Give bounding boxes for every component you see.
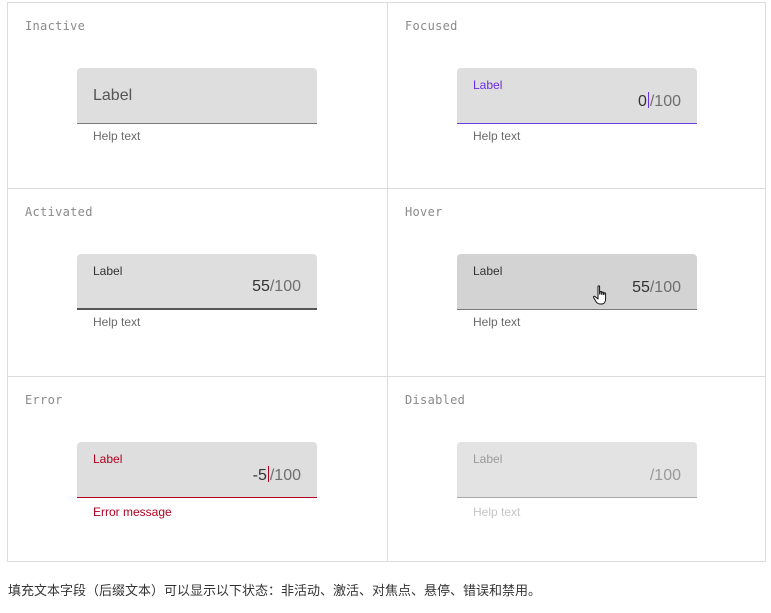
error-message: Error message — [93, 505, 172, 519]
field-suffix: /100 — [649, 93, 681, 110]
field-suffix: /100 — [649, 279, 681, 296]
state-title: Focused — [405, 19, 458, 33]
field-label: Label — [473, 264, 503, 278]
state-hover: Hover Label 55/100 Help text — [388, 189, 767, 376]
help-text: Help text — [473, 129, 521, 143]
field-suffix: /100 — [269, 278, 301, 295]
help-text: Help text — [93, 315, 141, 329]
field-value: /100 — [650, 467, 681, 485]
state-title: Inactive — [25, 19, 86, 33]
state-inactive: Inactive Label Help text — [8, 3, 387, 188]
text-field-error[interactable]: Label -5/100 — [77, 442, 317, 498]
state-title: Error — [25, 393, 63, 407]
figure-caption: 填充文本字段（后缀文本）可以显示以下状态：非活动、激活、对焦点、悬停、错误和禁用… — [8, 583, 542, 598]
text-field-disabled: Label /100 — [457, 442, 697, 498]
field-value: 55/100 — [632, 279, 681, 296]
state-title: Disabled — [405, 393, 466, 407]
state-title: Activated — [25, 205, 93, 219]
text-caret — [267, 466, 269, 482]
state-error: Error Label -5/100 Error message — [8, 377, 387, 561]
state-disabled: Disabled Label /100 Help text — [388, 377, 767, 561]
hand-pointer-icon — [592, 285, 607, 305]
text-field-hover[interactable]: Label 55/100 — [457, 254, 697, 310]
text-field-focused[interactable]: Label 0/100 — [457, 68, 697, 124]
state-activated: Activated Label 55/100 Help text — [8, 189, 387, 376]
help-text: Help text — [473, 315, 521, 329]
field-value: 55/100 — [252, 278, 301, 295]
states-grid: Inactive Label Help text Focused Label 0… — [7, 2, 766, 562]
help-text: Help text — [473, 505, 521, 519]
field-label: Label — [473, 452, 503, 466]
field-label: Label — [93, 452, 123, 466]
text-caret — [647, 92, 649, 108]
text-field-activated[interactable]: Label 55/100 — [77, 254, 317, 310]
help-text: Help text — [93, 129, 141, 143]
text-field-inactive[interactable]: Label — [77, 68, 317, 124]
field-label: Label — [473, 78, 503, 92]
state-title: Hover — [405, 205, 443, 219]
field-suffix: /100 — [269, 467, 301, 484]
field-label: Label — [93, 87, 133, 104]
state-focused: Focused Label 0/100 Help text — [388, 3, 767, 188]
field-suffix: /100 — [649, 467, 681, 484]
field-label: Label — [93, 264, 123, 278]
field-value: 0/100 — [637, 92, 681, 110]
field-value: -5/100 — [252, 466, 301, 484]
